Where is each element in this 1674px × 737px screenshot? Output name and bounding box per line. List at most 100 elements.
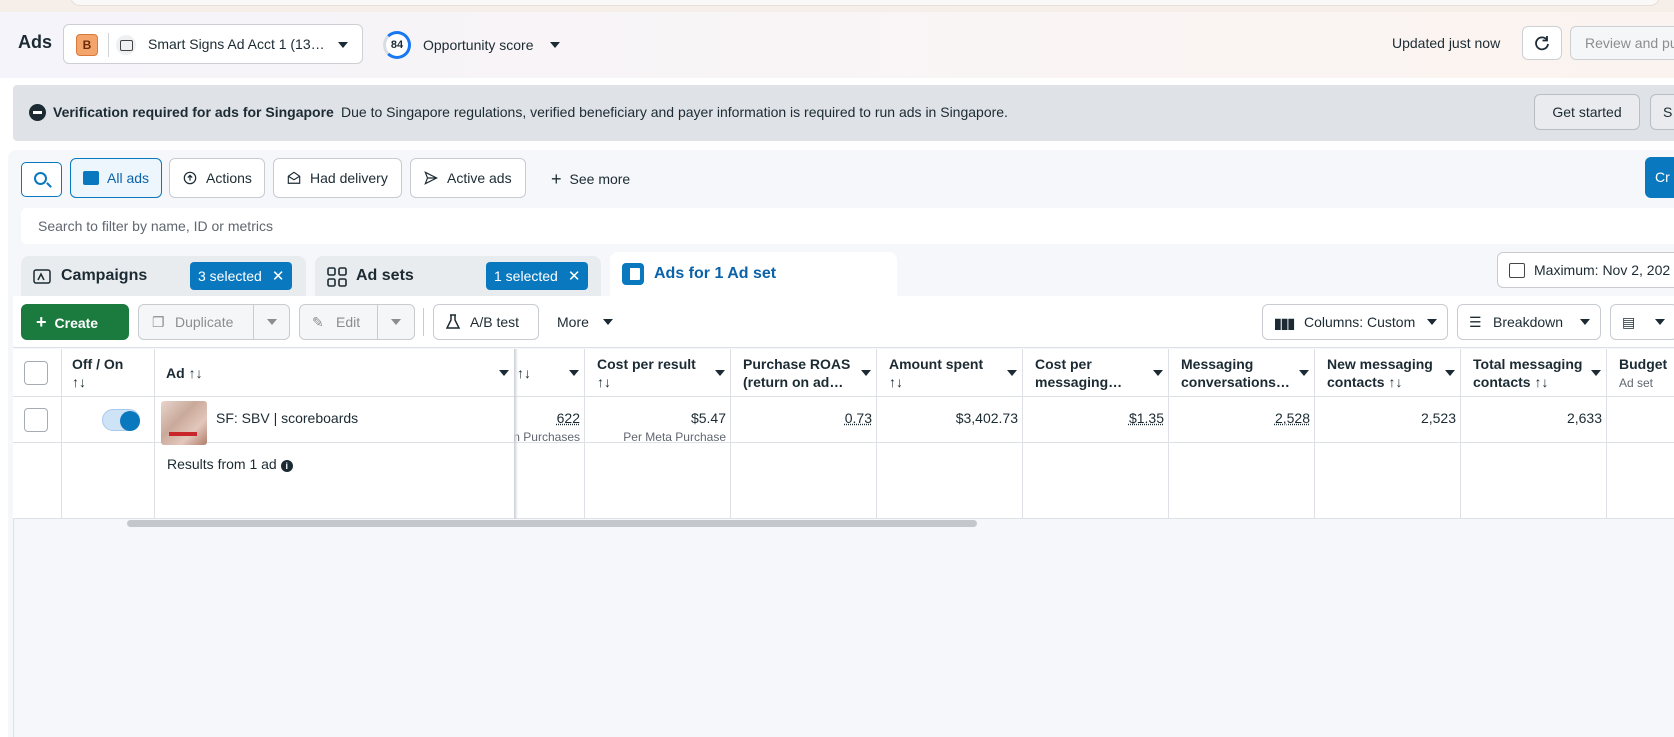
opportunity-score-dropdown[interactable]: 84 Opportunity score bbox=[383, 31, 573, 59]
cost-per-result-value: $5.47 bbox=[691, 410, 726, 426]
see-more-button[interactable]: + See more bbox=[551, 169, 630, 190]
column-divider bbox=[61, 349, 62, 519]
table-header-row: Off / On ↑↓ Ad ↑↓ ↑↓ Cost per result ↑↓ Pu… bbox=[13, 349, 1674, 397]
messaging-conversations-value[interactable]: 2,528 bbox=[1275, 410, 1310, 426]
ad-on-off-toggle[interactable] bbox=[102, 409, 140, 431]
thumbnail-detail bbox=[169, 432, 197, 436]
chevron-down-icon[interactable] bbox=[391, 319, 401, 325]
more-button[interactable]: More bbox=[547, 304, 623, 340]
get-started-button[interactable]: Get started bbox=[1534, 94, 1640, 130]
filter-actions[interactable]: Actions bbox=[169, 158, 265, 198]
column-header-purchase-roas[interactable]: Purchase ROAS (return on ad… bbox=[743, 355, 850, 391]
chevron-down-icon[interactable] bbox=[1007, 370, 1017, 376]
sort-icon[interactable]: ↑↓ bbox=[517, 364, 531, 382]
close-icon[interactable]: ✕ bbox=[272, 268, 285, 285]
columns-button[interactable]: ▮▮▮ Columns: Custom bbox=[1262, 304, 1448, 340]
filter-all-ads[interactable]: All ads bbox=[70, 158, 162, 198]
divider bbox=[108, 33, 109, 57]
filter-label: Actions bbox=[206, 159, 252, 197]
duplicate-button[interactable]: ❐ Duplicate bbox=[138, 304, 290, 340]
column-divider bbox=[584, 349, 585, 519]
chevron-down-icon[interactable] bbox=[861, 370, 871, 376]
calendar-icon bbox=[1509, 263, 1525, 278]
header-label: Messaging bbox=[1181, 356, 1253, 372]
close-icon[interactable]: ✕ bbox=[568, 268, 581, 285]
filter-had-delivery[interactable]: Had delivery bbox=[273, 158, 402, 198]
column-divider bbox=[730, 349, 731, 519]
filter-active-ads[interactable]: Active ads bbox=[410, 158, 526, 198]
date-range-label: Maximum: Nov 2, 202 bbox=[1534, 262, 1670, 278]
ad-thumbnail[interactable] bbox=[161, 401, 207, 445]
create-label: Create bbox=[55, 315, 99, 331]
ad-name-link[interactable]: SF: SBV | scoreboards bbox=[216, 410, 358, 426]
chevron-down-icon bbox=[1427, 319, 1437, 325]
header-label: contacts bbox=[1473, 374, 1531, 390]
horizontal-scrollbar[interactable] bbox=[127, 520, 977, 527]
row-checkbox[interactable] bbox=[24, 408, 48, 432]
tab-ads[interactable]: Ads for 1 Ad set bbox=[610, 252, 897, 298]
banner-secondary-button[interactable]: S bbox=[1650, 94, 1674, 130]
info-icon[interactable]: i bbox=[281, 460, 293, 472]
tab-campaigns[interactable]: Campaigns 3 selected ✕ bbox=[21, 256, 306, 296]
banner-message: Due to Singapore regulations, verified b… bbox=[341, 104, 1008, 120]
chevron-down-icon bbox=[1655, 319, 1665, 325]
pencil-icon: ✎ bbox=[312, 305, 324, 339]
chevron-down-icon[interactable] bbox=[267, 319, 277, 325]
duplicate-label: Duplicate bbox=[175, 305, 233, 339]
header-label: conversations… bbox=[1181, 374, 1290, 390]
column-header-ad[interactable]: Ad ↑↓ bbox=[166, 364, 203, 382]
cost-per-result-type: Per Meta Purchase bbox=[623, 430, 726, 444]
tab-ad-sets[interactable]: Ad sets 1 selected ✕ bbox=[315, 256, 601, 296]
breakdown-button[interactable]: ☰ Breakdown bbox=[1457, 304, 1601, 340]
chevron-down-icon[interactable] bbox=[1591, 370, 1601, 376]
column-header-off-on[interactable]: Off / On ↑↓ bbox=[72, 355, 123, 391]
more-label: More bbox=[557, 305, 589, 339]
create-button[interactable]: + Create bbox=[21, 304, 129, 340]
column-header-cost-per-result[interactable]: Cost per result ↑↓ bbox=[597, 355, 696, 391]
chevron-down-icon bbox=[338, 42, 348, 48]
upload-circle-icon bbox=[182, 171, 198, 185]
column-header-total-messaging-contacts[interactable]: Total messaging contacts ↑↓ bbox=[1473, 355, 1582, 391]
ab-test-label: A/B test bbox=[470, 305, 519, 339]
header-label: Budget bbox=[1619, 356, 1667, 372]
chevron-down-icon bbox=[603, 319, 613, 325]
purchase-roas-value[interactable]: 0.73 bbox=[845, 410, 872, 426]
chevron-down-icon[interactable] bbox=[1445, 370, 1455, 376]
refresh-button[interactable] bbox=[1522, 26, 1562, 60]
header-label: Cost per bbox=[1035, 356, 1092, 372]
sort-icon[interactable]: ↑↓ bbox=[189, 365, 203, 381]
sort-icon[interactable]: ↑↓ bbox=[889, 374, 903, 390]
column-header-amount-spent[interactable]: Amount spent ↑↓ bbox=[889, 355, 983, 391]
ab-test-button[interactable]: A/B test bbox=[433, 304, 539, 340]
account-selector[interactable]: B Smart Signs Ad Acct 1 (13… bbox=[63, 24, 363, 64]
chevron-down-icon[interactable] bbox=[499, 370, 509, 376]
search-input[interactable]: Search to filter by name, ID or metrics bbox=[21, 208, 1674, 244]
adsets-selected-badge[interactable]: 1 selected ✕ bbox=[486, 262, 588, 290]
table-row[interactable]: SF: SBV | scoreboards 622 n Purchases $5… bbox=[13, 397, 1674, 443]
cost-per-messaging-value[interactable]: $1.35 bbox=[1129, 410, 1164, 426]
column-header-cost-per-messaging[interactable]: Cost per messaging… bbox=[1035, 355, 1122, 391]
results-value[interactable]: 622 bbox=[557, 410, 580, 426]
sort-icon[interactable]: ↑↓ bbox=[1388, 374, 1402, 390]
campaigns-selected-badge[interactable]: 3 selected ✕ bbox=[190, 262, 292, 290]
column-header-budget[interactable]: Budget Ad set bbox=[1619, 355, 1667, 392]
date-range-picker[interactable]: Maximum: Nov 2, 202 bbox=[1497, 252, 1674, 288]
edit-button[interactable]: ✎ Edit bbox=[299, 304, 415, 340]
column-divider bbox=[1168, 349, 1169, 519]
select-all-checkbox[interactable] bbox=[24, 361, 48, 385]
chevron-down-icon[interactable] bbox=[1299, 370, 1309, 376]
create-rule-button[interactable]: Cr bbox=[1645, 157, 1674, 198]
filter-label: Active ads bbox=[447, 159, 512, 197]
chevron-down-icon[interactable] bbox=[715, 370, 725, 376]
sort-icon[interactable]: ↑↓ bbox=[1534, 374, 1548, 390]
review-and-publish-button[interactable]: Review and pu bbox=[1570, 26, 1674, 60]
column-header-new-messaging-contacts[interactable]: New messaging contacts ↑↓ bbox=[1327, 355, 1433, 391]
sort-icon[interactable]: ↑↓ bbox=[72, 374, 86, 390]
chevron-down-icon[interactable] bbox=[1153, 370, 1163, 376]
column-header-messaging-conversations[interactable]: Messaging conversations… bbox=[1181, 355, 1290, 391]
new-messaging-contacts-value: 2,523 bbox=[1421, 410, 1456, 426]
sort-icon[interactable]: ↑↓ bbox=[597, 374, 611, 390]
search-button[interactable] bbox=[21, 162, 62, 197]
chevron-down-icon[interactable] bbox=[569, 370, 579, 376]
reports-button[interactable]: ▤ bbox=[1610, 304, 1674, 340]
